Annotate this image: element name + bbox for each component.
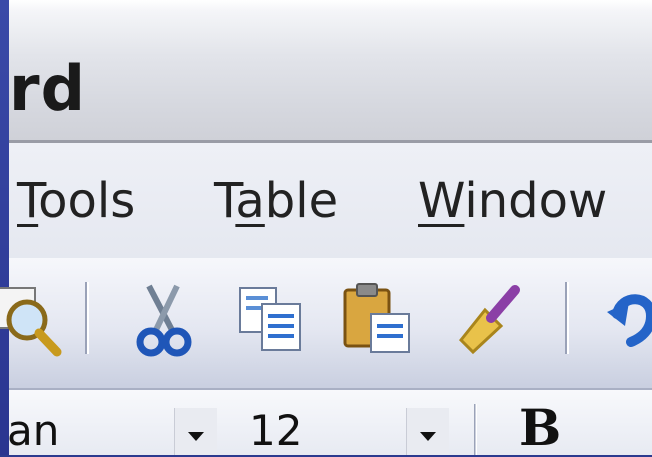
font-size-dropdown-icon[interactable] xyxy=(406,408,449,455)
font-name-field[interactable]: an xyxy=(7,406,59,455)
copy-icon[interactable] xyxy=(234,280,314,360)
cut-icon[interactable] xyxy=(127,280,207,360)
paste-icon[interactable] xyxy=(339,280,419,360)
toolbar-separator xyxy=(565,282,569,354)
menu-table[interactable]: Table xyxy=(214,173,338,229)
toolbar-separator xyxy=(474,404,477,455)
window-border xyxy=(0,0,9,455)
menu-tools[interactable]: Tools xyxy=(17,173,135,229)
menu-bar: Tools Table Window xyxy=(9,143,652,258)
title-bar: rd xyxy=(9,0,652,143)
font-name-dropdown-icon[interactable] xyxy=(174,408,217,455)
window-title: rd xyxy=(9,52,86,125)
bold-button[interactable]: B xyxy=(519,398,561,457)
formatting-toolbar: an 12 B xyxy=(7,390,652,457)
toolbar-separator xyxy=(85,282,89,354)
font-size-field[interactable]: 12 xyxy=(249,406,302,455)
menu-window[interactable]: Window xyxy=(418,173,607,229)
print-preview-icon[interactable] xyxy=(0,280,67,360)
undo-icon[interactable] xyxy=(605,280,652,360)
standard-toolbar xyxy=(0,258,652,390)
format-painter-icon[interactable] xyxy=(451,280,531,360)
